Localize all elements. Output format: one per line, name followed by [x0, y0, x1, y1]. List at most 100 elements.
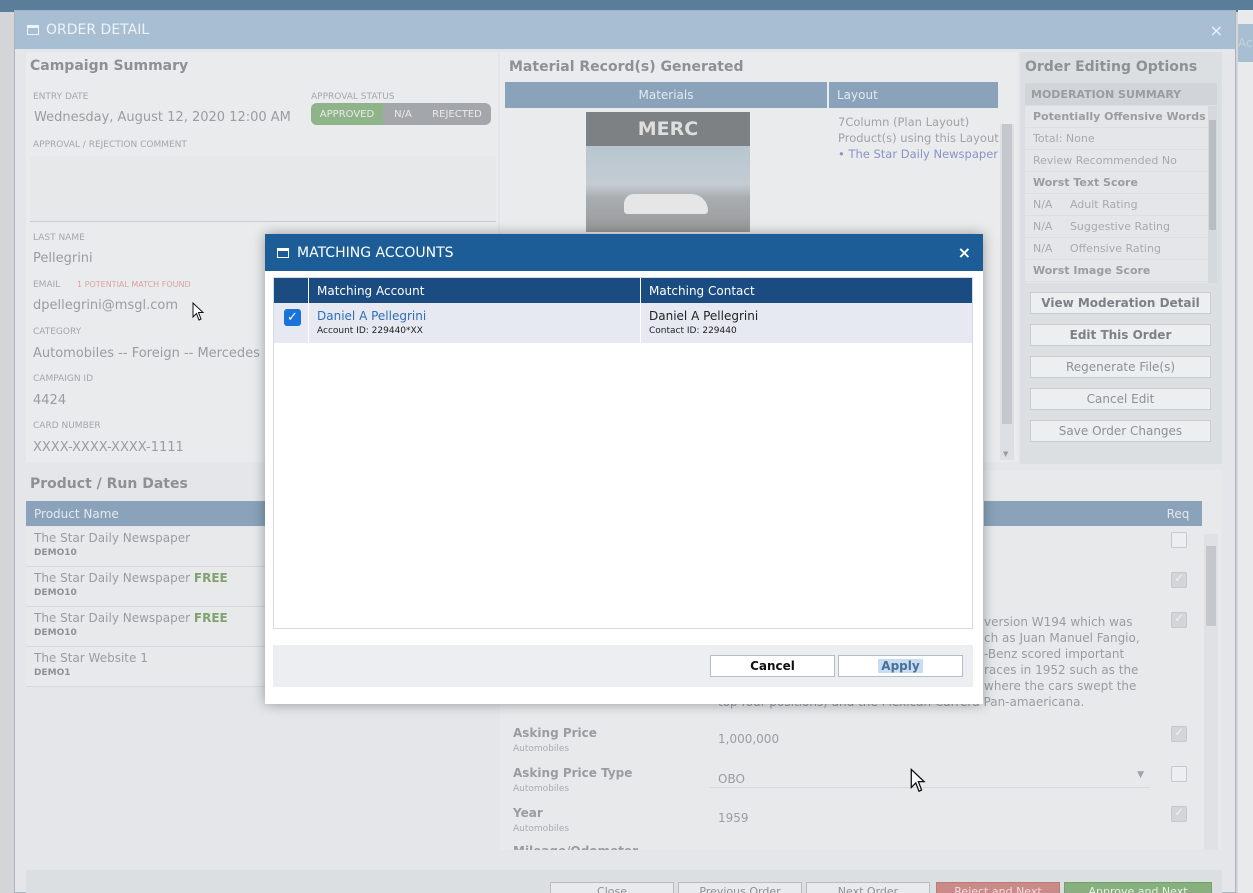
background-right-strip: Ac: [1238, 10, 1253, 893]
potential-match-notice[interactable]: 1 POTENTIAL MATCH FOUND: [77, 280, 191, 289]
reject-and-next-button[interactable]: Reject and Next: [936, 882, 1060, 893]
order-editing-panel: Order Editing Options MODERATION SUMMARY…: [1020, 52, 1222, 464]
matching-accounts-grid: Matching Account Matching Contact ✓ Dani…: [273, 277, 973, 629]
materials-column-header: Materials: [505, 82, 829, 108]
product-run-dates-heading: Product / Run Dates: [30, 476, 188, 492]
material-table-header: Materials Layout: [505, 82, 998, 108]
regenerate-files-button[interactable]: Regenerate File(s): [1030, 356, 1211, 378]
moderation-summary-list: Potentially Offensive Words Total: None …: [1025, 106, 1217, 283]
entry-date-label: ENTRY DATE: [33, 92, 89, 102]
moderation-row: Worst Text Score: [1025, 172, 1217, 194]
last-name-label: LAST NAME: [33, 233, 85, 243]
scroll-down-icon[interactable]: ▼: [1003, 450, 1008, 458]
email-label: EMAIL: [33, 280, 61, 290]
cancel-button[interactable]: Cancel: [710, 655, 835, 677]
entry-date-value: Wednesday, August 12, 2020 12:00 AM: [34, 110, 291, 125]
free-badge: FREE: [193, 571, 228, 585]
product-name: The Star Website 1: [34, 651, 148, 665]
free-badge: FREE: [193, 611, 228, 625]
req-checkbox[interactable]: [1171, 571, 1187, 588]
car-photo: [586, 146, 750, 232]
moderation-row: N/A Offensive Rating: [1025, 238, 1217, 260]
matching-accounts-titlebar: MATCHING ACCOUNTS ×: [265, 234, 983, 271]
close-icon[interactable]: ×: [1210, 21, 1223, 40]
car-shape: [624, 194, 708, 214]
req-checkbox[interactable]: [1171, 532, 1187, 548]
card-number-value: XXXX-XXXX-XXXX-1111: [33, 440, 184, 455]
chevron-down-icon[interactable]: ▼: [1137, 770, 1144, 780]
layout-info: 7Column (Plan Layout) Product(s) using t…: [838, 114, 999, 162]
next-order-button[interactable]: Next Order: [806, 882, 930, 893]
details-scroll-thumb[interactable]: [1206, 546, 1216, 626]
edit-this-order-button[interactable]: Edit This Order: [1030, 324, 1211, 346]
material-preview-thumbnail[interactable]: MERC: [586, 112, 750, 232]
status-rejected-option[interactable]: REJECTED: [423, 103, 491, 125]
account-name-link[interactable]: Daniel A Pellegrini: [317, 309, 632, 323]
comment-textarea[interactable]: [30, 156, 496, 222]
order-detail-titlebar: ORDER DETAIL ×: [15, 11, 1235, 49]
category-label: CATEGORY: [33, 327, 82, 337]
campaign-id-label: CAMPAIGN ID: [33, 374, 94, 384]
approve-and-next-button[interactable]: Approve and Next: [1064, 882, 1212, 893]
product-name: The Star Daily Newspaper: [34, 571, 191, 585]
moderation-row: Total: None: [1025, 128, 1217, 150]
req-column-header: Req: [1154, 501, 1202, 526]
req-checkbox[interactable]: [1171, 805, 1187, 822]
matching-accounts-title: MATCHING ACCOUNTS: [297, 244, 454, 261]
moderation-scrollbar[interactable]: [1208, 106, 1217, 283]
details-table-header: [984, 501, 1154, 526]
matching-account-column-header: Matching Account: [309, 278, 641, 303]
category-value: Automobiles -- Foreign -- Mercedes: [33, 346, 260, 361]
details-scrollbar[interactable]: [1204, 534, 1218, 850]
material-scroll-thumb[interactable]: [1002, 124, 1012, 424]
layout-column-header: Layout: [829, 82, 998, 108]
view-moderation-detail-button[interactable]: View Moderation Detail: [1030, 292, 1211, 314]
status-approved-option[interactable]: APPROVED: [311, 103, 383, 125]
last-name-value: Pellegrini: [33, 251, 93, 266]
year-label: Year: [513, 806, 543, 820]
window-icon: [277, 247, 289, 258]
asking-price-label: Asking Price: [513, 726, 597, 740]
select-column-header: [274, 278, 309, 303]
material-scrollbar[interactable]: ▼: [1000, 124, 1014, 460]
asking-price-type-sublabel: Automobiles: [513, 784, 570, 794]
layout-name: 7Column (Plan Layout): [838, 115, 970, 129]
close-button[interactable]: Close: [550, 882, 674, 893]
previous-order-button[interactable]: Previous Order: [678, 882, 802, 893]
apply-button[interactable]: Apply: [838, 655, 963, 677]
campaign-id-value: 4424: [33, 393, 67, 408]
matching-contact-column-header: Matching Contact: [649, 283, 755, 298]
asking-price-type-select[interactable]: ▼: [710, 766, 1150, 788]
account-select-checkbox[interactable]: ✓: [284, 309, 301, 326]
moderation-row: Potentially Offensive Words: [1025, 106, 1217, 128]
moderation-scroll-thumb[interactable]: [1209, 120, 1216, 230]
matching-accounts-grid-header: Matching Account Matching Contact: [274, 278, 972, 303]
account-id: Account ID: 229440*XX: [317, 326, 423, 336]
cancel-edit-button[interactable]: Cancel Edit: [1030, 388, 1211, 410]
save-order-changes-button[interactable]: Save Order Changes: [1030, 420, 1211, 442]
year-sublabel: Automobiles: [513, 824, 570, 834]
window-icon: [27, 25, 39, 35]
asking-price-value[interactable]: 1,000,000: [718, 732, 779, 746]
matching-account-row[interactable]: ✓ Daniel A Pellegrini Account ID: 229440…: [274, 303, 972, 343]
req-checkbox[interactable]: [1171, 766, 1187, 782]
req-checkbox[interactable]: [1171, 725, 1187, 742]
product-name: The Star Daily Newspaper: [34, 611, 191, 625]
card-number-label: CARD NUMBER: [33, 421, 101, 431]
approval-status-label: APPROVAL STATUS: [311, 92, 395, 102]
asking-price-sublabel: Automobiles: [513, 744, 570, 754]
layout-product-link[interactable]: • The Star Daily Newspaper: [838, 146, 999, 162]
apply-label: Apply: [878, 659, 923, 673]
contact-name: Daniel A Pellegrini: [649, 309, 759, 323]
comment-label: APPROVAL / REJECTION COMMENT: [33, 140, 187, 150]
status-na-option[interactable]: N/A: [383, 103, 423, 125]
moderation-row: N/A Adult Rating: [1025, 194, 1217, 216]
asking-price-type-value: OBO: [718, 772, 745, 786]
material-preview-brand: MERC: [586, 112, 750, 146]
matching-accounts-dialog: MATCHING ACCOUNTS × Matching Account Mat…: [265, 234, 983, 704]
req-checkbox[interactable]: [1171, 611, 1187, 628]
year-value[interactable]: 1959: [718, 811, 749, 825]
close-icon[interactable]: ×: [958, 243, 971, 262]
moderation-row: N/A Suggestive Rating: [1025, 216, 1217, 238]
campaign-summary-heading: Campaign Summary: [30, 58, 189, 74]
